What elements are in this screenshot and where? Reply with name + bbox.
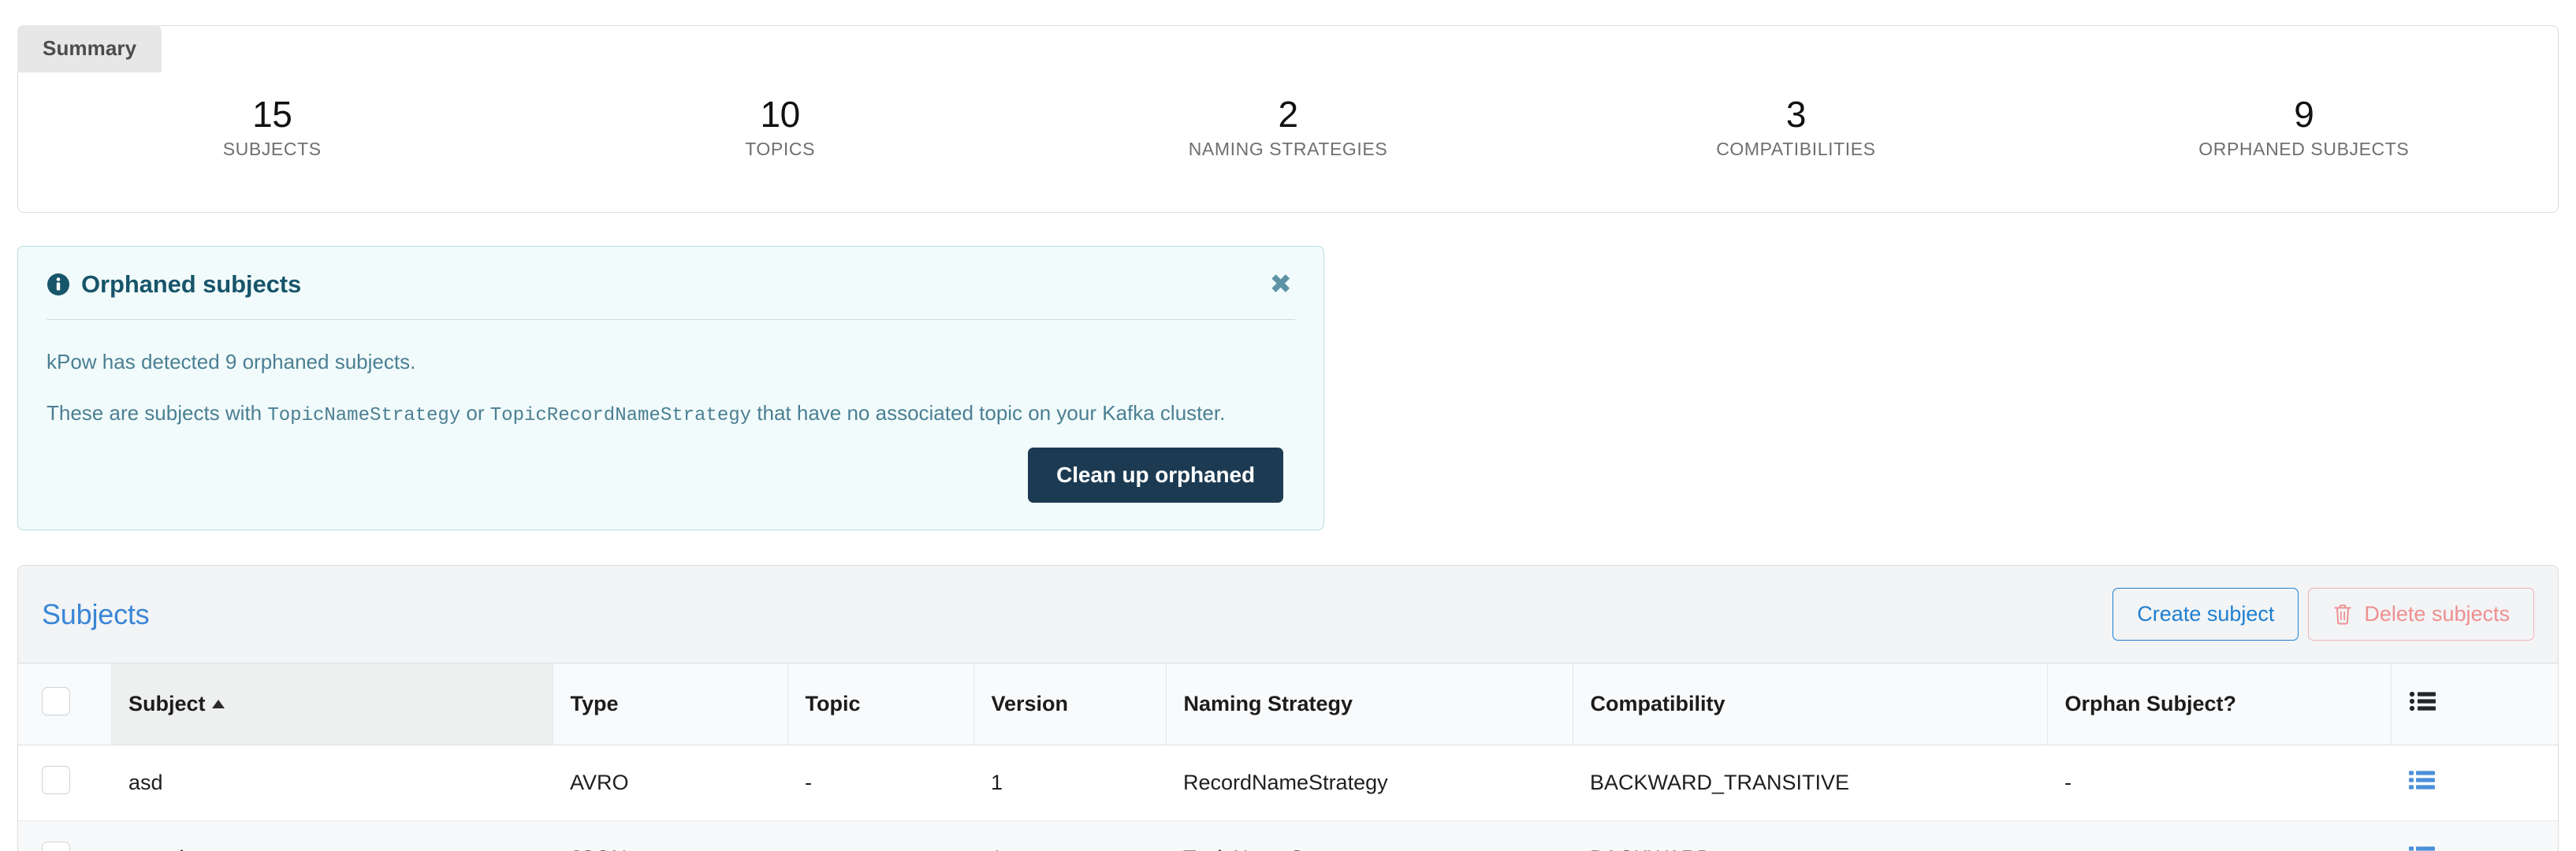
subjects-header-actions: Create subject Delete subjects	[2113, 588, 2534, 641]
row-list-icon[interactable]	[2408, 844, 2436, 851]
close-icon[interactable]: ✖	[1267, 271, 1296, 298]
cell-type: JSON	[553, 820, 787, 851]
cell-orphan-subject: -	[2047, 745, 2391, 822]
delete-subjects-label: Delete subjects	[2364, 602, 2510, 626]
stat-orphaned-subjects-label: ORPHANED SUBJECTS	[2198, 139, 2410, 160]
row-checkbox[interactable]	[42, 842, 70, 851]
row-select-cell	[18, 820, 111, 851]
alert-explanation-mid: or	[460, 401, 490, 426]
subjects-table: Subject Type Topic Version Naming Strate…	[18, 663, 2558, 851]
column-header-orphan-subject[interactable]: Orphan Subject?	[2047, 663, 2392, 746]
cell-compatibility: BACKWARD_TRANSITIVE	[1573, 745, 2047, 822]
stat-naming-strategies-value: 2	[1278, 93, 1298, 135]
cell-compatibility: BACKWARD	[1573, 820, 2047, 851]
stat-topics: 10 TOPICS	[526, 78, 1033, 160]
alert-explanation-prefix: These are subjects with	[47, 401, 268, 426]
stat-orphaned-subjects: 9 ORPHANED SUBJECTS	[2050, 78, 2558, 160]
subjects-table-body: asd AVRO - 1 RecordNameStrategy BACKWARD…	[18, 745, 2558, 851]
stat-orphaned-subjects-value: 9	[2294, 93, 2314, 135]
stat-compatibilities: 3 COMPATIBILITIES	[1542, 78, 2049, 160]
tab-strip: Summary	[17, 25, 162, 73]
stat-compatibilities-value: 3	[1785, 93, 1807, 135]
column-header-type[interactable]: Type	[553, 663, 788, 746]
stat-naming-strategies: 2 NAMING STRATEGIES	[1034, 78, 1542, 160]
delete-subjects-button[interactable]: Delete subjects	[2308, 588, 2534, 641]
stat-subjects: 15 SUBJECTS	[18, 78, 526, 160]
row-actions-cell	[2391, 745, 2558, 822]
sort-ascending-icon	[211, 700, 225, 709]
create-subject-button[interactable]: Create subject	[2113, 588, 2299, 641]
subjects-table-card: Subjects Create subject Delete subjects	[17, 565, 2559, 851]
summary-section: Summary 15 SUBJECTS 10 TOPICS 2 NAMING S…	[17, 0, 2559, 213]
row-list-icon[interactable]	[2408, 768, 2436, 792]
table-row[interactable]: cc-value JSON cc 1 TopicNameStrategy BAC…	[18, 820, 2558, 851]
column-header-subject[interactable]: Subject	[111, 663, 553, 746]
cell-subject: asd	[111, 745, 553, 822]
cell-naming-strategy: TopicNameStrategy	[1166, 820, 1573, 851]
cell-orphan-subject: true	[2047, 820, 2391, 851]
tab-summary[interactable]: Summary	[17, 25, 162, 73]
cell-type: AVRO	[553, 745, 787, 822]
subjects-title: Subjects	[42, 597, 150, 630]
cell-topic: -	[787, 745, 973, 822]
subjects-table-head: Subject Type Topic Version Naming Strate…	[18, 663, 2558, 746]
alert-explanation-line: These are subjects with TopicNameStrateg…	[47, 399, 1295, 429]
cell-version: 1	[973, 745, 1166, 822]
row-select-cell	[18, 745, 111, 822]
stat-subjects-value: 15	[252, 93, 292, 135]
orphaned-subjects-alert: Orphaned subjects ✖ kPow has detected 9 …	[17, 246, 1324, 531]
column-header-version[interactable]: Version	[973, 663, 1167, 746]
alert-code-topic-name-strategy: TopicNameStrategy	[267, 405, 461, 427]
alert-detected-line: kPow has detected 9 orphaned subjects.	[47, 350, 416, 373]
column-header-subject-label: Subject	[128, 692, 206, 716]
cell-subject: cc-value	[111, 820, 553, 851]
column-header-topic[interactable]: Topic	[787, 663, 974, 746]
column-header-compatibility[interactable]: Compatibility	[1573, 663, 2048, 746]
select-all-header	[18, 663, 111, 746]
column-header-naming-strategy[interactable]: Naming Strategy	[1166, 663, 1573, 746]
stat-subjects-label: SUBJECTS	[222, 139, 322, 160]
summary-stats: 15 SUBJECTS 10 TOPICS 2 NAMING STRATEGIE…	[18, 78, 2558, 160]
row-checkbox[interactable]	[42, 766, 70, 795]
select-all-checkbox[interactable]	[42, 687, 70, 716]
subjects-table-header-bar: Subjects Create subject Delete subjects	[18, 566, 2558, 664]
list-options-icon[interactable]	[2409, 689, 2437, 713]
summary-card: 15 SUBJECTS 10 TOPICS 2 NAMING STRATEGIE…	[17, 25, 2559, 213]
stat-naming-strategies-label: NAMING STRATEGIES	[1188, 139, 1388, 160]
alert-title-text: Orphaned subjects	[81, 270, 302, 298]
cell-naming-strategy: RecordNameStrategy	[1166, 745, 1573, 822]
row-actions-cell	[2391, 820, 2558, 851]
table-row[interactable]: asd AVRO - 1 RecordNameStrategy BACKWARD…	[18, 745, 2558, 822]
table-header-row: Subject Type Topic Version Naming Strate…	[18, 663, 2558, 746]
alert-header: Orphaned subjects ✖	[47, 270, 1295, 299]
cell-topic: cc	[787, 820, 973, 851]
column-options-header	[2391, 663, 2558, 746]
alert-code-topic-record-name-strategy: TopicRecordNameStrategy	[490, 405, 752, 427]
stat-compatibilities-label: COMPATIBILITIES	[1716, 139, 1876, 160]
alert-actions: Clean up orphaned	[47, 429, 1295, 504]
stat-topics-label: TOPICS	[745, 139, 816, 160]
alert-body: kPow has detected 9 orphaned subjects. T…	[47, 320, 1295, 429]
schema-registry-page: Summary 15 SUBJECTS 10 TOPICS 2 NAMING S…	[0, 0, 2576, 851]
alert-title-group: Orphaned subjects	[47, 270, 301, 299]
cell-version: 1	[973, 820, 1166, 851]
stat-topics-value: 10	[760, 93, 801, 135]
clean-up-orphaned-button[interactable]: Clean up orphaned	[1028, 448, 1283, 504]
trash-icon	[2332, 603, 2353, 626]
alert-explanation-suffix: that have no associated topic on your Ka…	[751, 401, 1226, 426]
info-circle-icon	[47, 273, 70, 296]
